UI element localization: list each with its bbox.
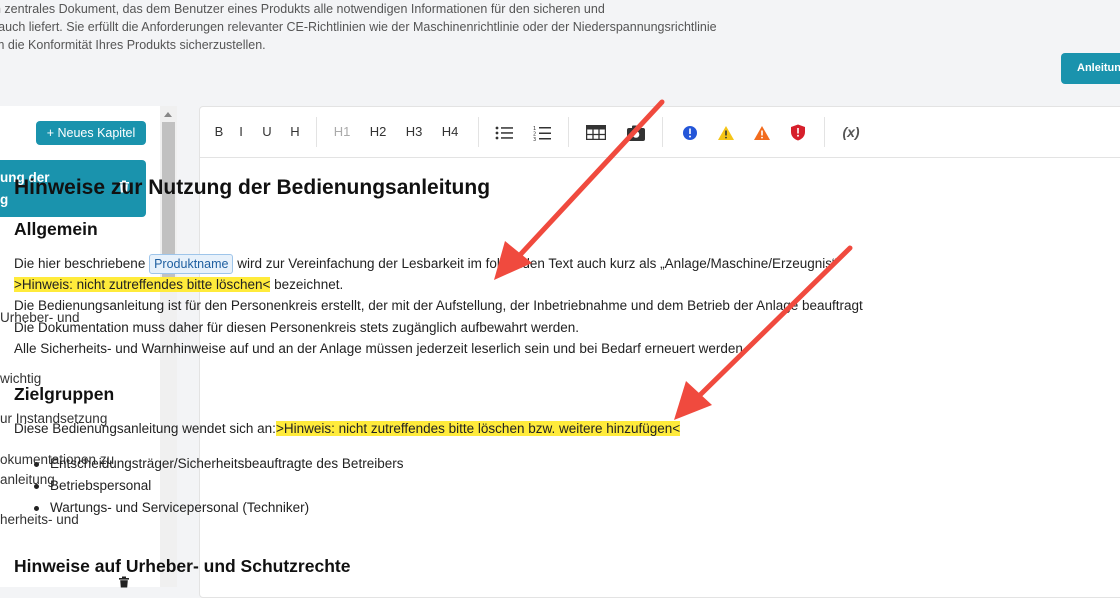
info-icon[interactable] [678, 107, 702, 157]
text-span: Die hier beschriebene [14, 256, 150, 271]
text-span: wird zur Vereinfachung der Lesbarkeit im… [233, 256, 837, 271]
toolbar-divider [662, 117, 663, 147]
heading-button[interactable]: H [288, 107, 302, 157]
intro-line: n zentrales Dokument, das dem Benutzer e… [0, 2, 605, 16]
section-heading: Zielgruppen [14, 384, 115, 404]
paragraph-line: >Hinweis: nicht zutreffendes bitte lösch… [14, 275, 343, 295]
new-chapter-button[interactable]: + Neues Kapitel [36, 121, 146, 145]
sidebar-item[interactable]: anleitung [0, 470, 55, 490]
section-heading: Allgemein [14, 219, 98, 239]
toolbar-divider [316, 117, 317, 147]
intro-line: rauch liefert. Sie erfüllt die Anforderu… [0, 20, 717, 34]
paragraph-line: Die hier beschriebene Produktname wird z… [14, 254, 837, 274]
danger-shield-icon[interactable] [786, 107, 810, 157]
scroll-up-icon[interactable] [164, 112, 172, 117]
list-item: Betriebspersonal [33, 476, 151, 496]
image-icon[interactable] [624, 107, 648, 157]
warning-icon[interactable] [714, 107, 738, 157]
trash-icon[interactable] [118, 575, 130, 593]
h2-button[interactable]: H2 [366, 107, 390, 157]
highlighted-hint: >Hinweis: nicht zutreffendes bitte lösch… [14, 277, 271, 292]
page-title: Hinweise zur Nutzung der Bedienungsanlei… [14, 176, 491, 199]
paragraph-line: Alle Sicherheits- und Warnhinweise auf u… [14, 341, 747, 356]
bold-button[interactable]: B [212, 107, 226, 157]
product-name-variable[interactable]: Produktname [149, 254, 234, 274]
paragraph-line: Die Dokumentation muss daher für diesen … [14, 320, 580, 335]
svg-text:3: 3 [533, 137, 536, 141]
toolbar-divider [568, 117, 569, 147]
caution-icon[interactable] [750, 107, 774, 157]
numbered-list-icon[interactable]: 123 [530, 107, 554, 157]
text-span: bezeichnet. [270, 277, 344, 292]
h4-button[interactable]: H4 [438, 107, 462, 157]
editor-toolbar: B I U H H1 H2 H3 H4 123 (x) [200, 107, 1120, 158]
list-item: Wartungs- und Servicepersonal (Techniker… [33, 498, 309, 518]
h3-button[interactable]: H3 [402, 107, 426, 157]
text-span: Diese Bedienungsanleitung wendet sich an… [14, 421, 276, 436]
paragraph-line: Die Bedienungsanleitung ist für den Pers… [14, 298, 863, 313]
intro-line: m die Konformität Ihres Produkts sicherz… [0, 38, 266, 52]
intro-description: n zentrales Dokument, das dem Benutzer e… [0, 0, 754, 54]
anleitung-button[interactable]: Anleitung [1061, 53, 1120, 84]
toolbar-divider [478, 117, 479, 147]
section-heading: Hinweise auf Urheber- und Schutzrechte [14, 556, 351, 576]
highlighted-hint: >Hinweis: nicht zutreffendes bitte lösch… [275, 421, 681, 436]
table-icon[interactable] [584, 107, 608, 157]
sidebar-item-label: g [0, 192, 9, 207]
h1-button[interactable]: H1 [330, 107, 354, 157]
toolbar-divider [824, 117, 825, 147]
bullet-list-icon[interactable] [492, 107, 516, 157]
italic-button[interactable]: I [234, 107, 248, 157]
list-item: Entscheidungsträger/Sicherheitsbeauftrag… [33, 454, 403, 474]
paragraph-line: Diese Bedienungsanleitung wendet sich an… [14, 419, 681, 439]
underline-button[interactable]: U [260, 107, 274, 157]
variable-button[interactable]: (x) [838, 107, 864, 157]
